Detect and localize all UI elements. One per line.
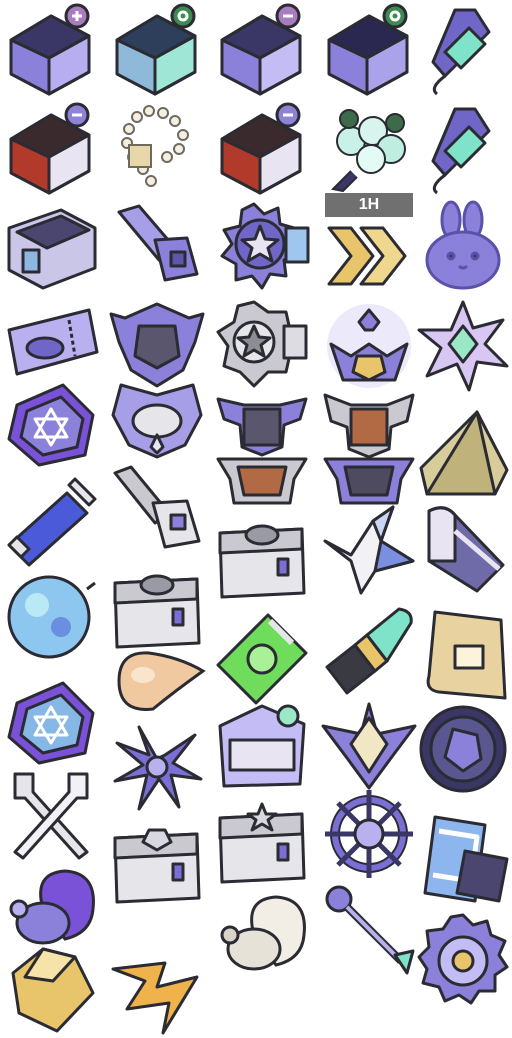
firework-rocket-icon[interactable]: [414, 1, 512, 99]
gold-chevron-boost-icon[interactable]: 1H: [320, 193, 418, 295]
purple-chest-lock-icon[interactable]: [213, 1, 311, 99]
flower-bouquet-icon[interactable]: [320, 100, 418, 198]
red-chest-minus-icon[interactable]: [213, 100, 311, 198]
spiked-orb-icon[interactable]: [2, 568, 100, 666]
teal-chest-lock-icon[interactable]: [108, 1, 206, 99]
chocolate-bar-icon[interactable]: [414, 810, 512, 908]
purple-key-icon[interactable]: [320, 880, 418, 978]
timer-badge: 1H: [325, 193, 413, 217]
silver-star-chest-icon[interactable]: [213, 795, 311, 893]
fist-poster-icon[interactable]: [414, 605, 512, 703]
purple-key-card-icon[interactable]: [108, 197, 206, 295]
red-chest-minus-icon[interactable]: [2, 100, 100, 198]
tan-shard-icon[interactable]: [414, 405, 512, 503]
pearl-bracelet-icon[interactable]: [108, 100, 206, 198]
blue-hex-tile-icon[interactable]: [2, 672, 100, 770]
white-turkey-icon[interactable]: [213, 888, 311, 986]
crossed-forks-icon[interactable]: [2, 765, 100, 863]
cake-slice-icon[interactable]: [414, 500, 512, 598]
lipstick-icon[interactable]: [320, 600, 418, 698]
firework-rocket-icon[interactable]: [414, 100, 512, 198]
green-snack-pack-icon[interactable]: [213, 608, 311, 706]
helmet-wings-badge-icon[interactable]: [108, 374, 206, 472]
paper-crane-icon[interactable]: [320, 500, 418, 598]
gray-key-card-icon[interactable]: [108, 462, 206, 560]
ship-wheel-icon[interactable]: [320, 785, 418, 883]
purple-hex-tile-icon[interactable]: [2, 374, 100, 472]
amber-drop-icon[interactable]: [108, 630, 206, 728]
purple-lily-bouquet-icon[interactable]: [108, 718, 206, 816]
item-icon-sheet: 1H: [0, 0, 512, 1035]
silver-chest-icon[interactable]: [213, 510, 311, 608]
star-gear-badge-icon[interactable]: [213, 197, 311, 295]
energy-capsule-icon[interactable]: [2, 474, 100, 572]
bunny-cake-icon[interactable]: [414, 197, 512, 295]
purple-chest-plus-icon[interactable]: [2, 1, 100, 99]
crystal-gem-emblem-icon[interactable]: [320, 695, 418, 793]
love-letter-icon[interactable]: [213, 695, 311, 793]
gem-coin-icon[interactable]: [414, 700, 512, 798]
gold-diamond-icon[interactable]: [2, 940, 100, 1038]
lightning-bolt-icon[interactable]: [108, 940, 206, 1038]
open-crate-icon[interactable]: [2, 197, 100, 295]
silver-gem-chest-icon[interactable]: [108, 815, 206, 913]
crystal-star-icon[interactable]: [414, 295, 512, 393]
purple-gear-icon[interactable]: [414, 910, 512, 1008]
navy-chest-lock-icon[interactable]: [320, 1, 418, 99]
